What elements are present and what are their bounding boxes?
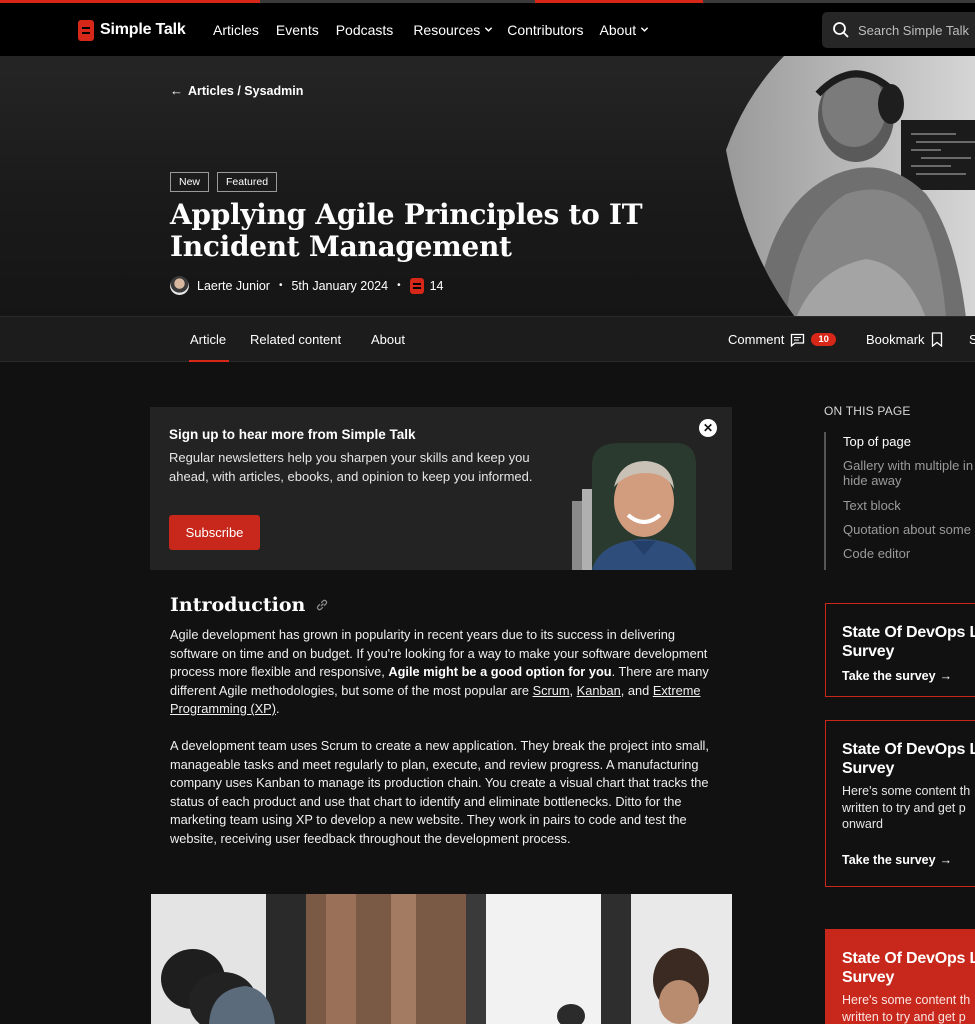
link-icon[interactable]: [315, 598, 329, 612]
promo-card: State Of DevOps L Survey Take the survey →: [825, 603, 975, 697]
meta-separator: •: [278, 280, 283, 291]
bookmark-icon: [931, 332, 942, 347]
arrow-right-icon: →: [939, 852, 953, 867]
promo-card: State Of DevOps L Survey Here's some cont…: [825, 720, 975, 887]
toc-item-quotation[interactable]: Quotation about some: [843, 522, 975, 537]
table-of-contents: Top of page Gallery with multiple in hid…: [824, 432, 975, 570]
tab-article[interactable]: Article: [188, 317, 230, 362]
search-input[interactable]: [858, 22, 975, 38]
publish-date: 5th January 2024: [291, 278, 389, 293]
section-heading-introduction: Introduction: [170, 594, 329, 616]
article-image: [151, 894, 732, 1024]
promo-card-title: State Of DevOps L Survey: [842, 624, 975, 660]
nav-resources[interactable]: Resources: [413, 22, 493, 38]
newsletter-description: Regular newsletters help you sharpen you…: [169, 450, 533, 484]
tag-featured: Featured: [217, 172, 278, 192]
comment-icon[interactable]: [409, 277, 424, 294]
author-name[interactable]: Laerte Junior: [197, 279, 270, 293]
chevron-down-icon: [485, 27, 493, 32]
comment-count-badge: 10: [811, 333, 836, 346]
nav-events[interactable]: Events: [276, 22, 319, 38]
article-tags: New Featured: [170, 172, 285, 192]
promo-card-text: Here's some content th written to try and…: [842, 993, 971, 1024]
arrow-left-icon: ←: [170, 83, 183, 98]
share-button[interactable]: S: [969, 317, 975, 362]
nav-about[interactable]: About: [600, 22, 650, 38]
toc-item-gallery[interactable]: Gallery with multiple in hide away: [843, 458, 975, 488]
comment-button[interactable]: Comment 10: [728, 317, 836, 362]
bookmark-button[interactable]: Bookmark: [866, 317, 943, 362]
comment-icon: [791, 333, 805, 347]
toc-active-indicator: [824, 432, 826, 452]
newsletter-heading: Sign up to hear more from Simple Talk: [169, 427, 416, 442]
paragraph-intro: Agile development has grown in popularit…: [170, 627, 709, 716]
take-survey-link[interactable]: Take the survey →: [842, 853, 952, 867]
take-survey-link[interactable]: Take the survey →: [842, 669, 952, 683]
logo-icon: [78, 19, 94, 41]
site-logo[interactable]: Simple Talk: [78, 18, 186, 42]
nav-contributors[interactable]: Contributors: [507, 22, 583, 38]
main-nav: Articles Events Podcasts Resources Contr…: [213, 3, 666, 56]
article-title: Applying Agile Principles to IT Incident…: [170, 198, 643, 263]
chevron-down-icon: [640, 27, 649, 32]
link-kanban[interactable]: Kanban: [577, 683, 621, 698]
nav-articles[interactable]: Articles: [213, 22, 259, 38]
promo-card-text: Here's some content th written to try and…: [842, 784, 971, 831]
newsletter-signup: Sign up to hear more from Simple Talk Re…: [150, 407, 732, 570]
tag-new: New: [170, 172, 210, 192]
promo-card-featured: State Of DevOps L Survey Here's some cont…: [825, 929, 975, 1024]
subscribe-button[interactable]: Subscribe: [169, 515, 260, 550]
toc-heading: ON THIS PAGE: [824, 404, 911, 418]
search-box[interactable]: [822, 12, 975, 48]
author-avatar[interactable]: [170, 276, 189, 295]
paragraph-examples: A development team uses Scrum to create …: [170, 738, 709, 846]
search-icon: [833, 22, 849, 38]
promo-card-title: State Of DevOps L Survey: [842, 950, 975, 986]
hero-image: [726, 56, 975, 316]
tab-about[interactable]: About: [371, 317, 405, 362]
breadcrumb[interactable]: ← Articles / Sysadmin: [170, 83, 303, 98]
arrow-right-icon: →: [939, 669, 953, 683]
toc-item-code-editor[interactable]: Code editor: [843, 546, 975, 561]
article-meta: Laerte Junior • 5th January 2024 • 14: [170, 276, 444, 295]
article-hero: ← Articles / Sysadmin New Featured Apply…: [0, 56, 975, 316]
tab-related-content[interactable]: Related content: [250, 317, 341, 362]
toc-item-top-of-page[interactable]: Top of page: [843, 434, 975, 449]
breadcrumb-text: Articles / Sysadmin: [188, 83, 304, 98]
comment-count[interactable]: 14: [430, 279, 444, 293]
bold-emphasis: Agile might be a good option for you: [388, 664, 612, 679]
logo-text: Simple Talk: [100, 21, 186, 38]
toc-item-text-block[interactable]: Text block: [843, 498, 975, 513]
meta-separator: •: [397, 280, 401, 291]
top-navigation: Simple Talk Articles Events Podcasts Res…: [0, 3, 975, 56]
newsletter-portrait: [572, 443, 696, 570]
promo-card-title: State Of DevOps L Survey: [842, 741, 975, 777]
link-scrum[interactable]: Scrum: [533, 683, 570, 698]
article-subnav: Article Related content About Comment 10…: [0, 316, 975, 362]
close-icon[interactable]: ✕: [699, 419, 717, 437]
nav-podcasts[interactable]: Podcasts: [336, 22, 394, 38]
